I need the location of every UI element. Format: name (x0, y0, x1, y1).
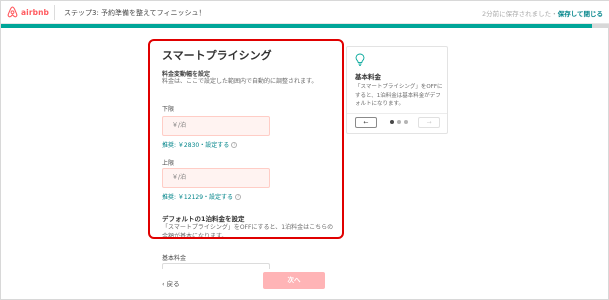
max-price-tip[interactable]: 推奨: ￥12129・設定する ? (162, 192, 242, 201)
max-price-label: 上限 (162, 160, 175, 167)
top-bar: airbnb ステップ3: 予約準備を整えてフィニッシュ！ 2分前に保存されまし… (1, 1, 609, 24)
prev-tip-button[interactable]: ← (355, 117, 377, 128)
default-price-description: 「スマートプライシング」をOFFにすると、1泊料金はこちらの金額が基本になります… (162, 224, 334, 240)
tip-title: 基本料金 (355, 73, 381, 81)
arrow-right-icon: → (426, 119, 432, 126)
app-window: airbnb ステップ3: 予約準備を整えてフィニッシュ！ 2分前に保存されまし… (0, 0, 609, 300)
pagination-dot[interactable] (390, 120, 394, 124)
base-price-input[interactable] (162, 263, 270, 269)
back-button[interactable]: ‹ 戻る (162, 278, 180, 288)
range-description: 料金は、ここで設定した範囲内で自動的に調整されます。 (162, 78, 318, 85)
min-price-label: 下限 (162, 106, 175, 113)
lightbulb-icon (355, 53, 365, 66)
tip-divider (347, 113, 447, 114)
max-price-tip-text: 推奨: ￥12129・設定する (162, 194, 234, 201)
tip-body: 「スマートプライシング」をOFFにすると、1泊料金は基本料金がデフォルトになりま… (355, 84, 443, 107)
header-divider (54, 5, 55, 20)
pagination-dot[interactable] (404, 120, 408, 124)
default-price-heading: デフォルトの1泊料金を設定 (162, 215, 245, 223)
saved-text: 2分前に保存されました・ (482, 10, 558, 18)
tip-panel: 基本料金 「スマートプライシング」をOFFにすると、1泊料金は基本料金がデフォル… (346, 46, 448, 134)
progress-fill (1, 24, 592, 28)
page-title: スマートプライシング (162, 49, 272, 62)
next-tip-button[interactable]: → (418, 117, 440, 128)
step-title: ステップ3: 予約準備を整えてフィニッシュ！ (64, 9, 206, 17)
arrow-left-icon: ← (363, 119, 369, 126)
help-icon[interactable]: ? (235, 193, 242, 200)
save-status: 2分前に保存されました・保存して閉じる (482, 8, 603, 18)
pagination-dot[interactable] (397, 120, 401, 124)
logo-text: airbnb (21, 7, 50, 17)
progress-bar (1, 24, 609, 28)
min-price-tip[interactable]: 推奨: ￥2830・設定する ? (162, 140, 238, 149)
base-price-label: 基本料金 (162, 255, 187, 262)
next-button[interactable]: 次へ (263, 272, 325, 289)
min-price-tip-text: 推奨: ￥2830・設定する (162, 142, 230, 149)
airbnb-logo-icon (7, 6, 18, 18)
min-price-input[interactable]: ￥/泊 (162, 116, 270, 136)
help-icon[interactable]: ? (231, 141, 238, 148)
max-price-input[interactable]: ￥/泊 (162, 168, 270, 188)
logo[interactable]: airbnb (7, 6, 49, 18)
save-and-close-link[interactable]: 保存して閉じる (558, 10, 603, 18)
tip-pagination (390, 120, 408, 124)
